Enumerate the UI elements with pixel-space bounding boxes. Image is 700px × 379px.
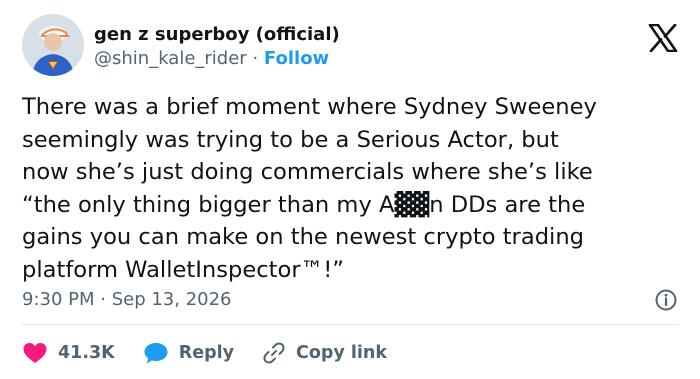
author-names: gen z superboy (official) @shin_kale_rid… [94, 24, 340, 71]
copy-link-label: Copy link [296, 343, 388, 363]
info-icon[interactable] [654, 288, 678, 312]
tweet-header: gen z superboy (official) @shin_kale_rid… [22, 14, 678, 78]
display-name[interactable]: gen z superboy (official) [94, 24, 340, 46]
reply-label: Reply [178, 343, 235, 363]
avatar[interactable] [22, 14, 84, 76]
handle-row: @shin_kale_rider · Follow [94, 47, 340, 71]
handle-separator: · [252, 48, 259, 69]
heart-icon [23, 343, 47, 363]
tweet-meta: 9:30 PM · Sep 13, 2026 [22, 286, 678, 314]
avatar-image [22, 14, 84, 76]
speech-bubble-icon [144, 343, 168, 364]
handle[interactable]: @shin_kale_rider [94, 48, 247, 69]
action-bar: 41.3K Reply Copy link [22, 336, 415, 370]
like-count: 41.3K [58, 343, 115, 363]
copy-link-button[interactable]: Copy link [262, 339, 387, 367]
like-button[interactable]: 41.3K [22, 339, 115, 367]
follow-button[interactable]: Follow [264, 48, 329, 69]
reply-button[interactable]: Reply [143, 339, 234, 367]
link-icon [263, 342, 285, 364]
tweet-text: There was a brief moment where Sydney Sw… [22, 94, 597, 283]
x-logo-icon[interactable] [648, 23, 678, 53]
divider [22, 324, 678, 325]
timestamp[interactable]: 9:30 PM · Sep 13, 2026 [22, 289, 232, 310]
